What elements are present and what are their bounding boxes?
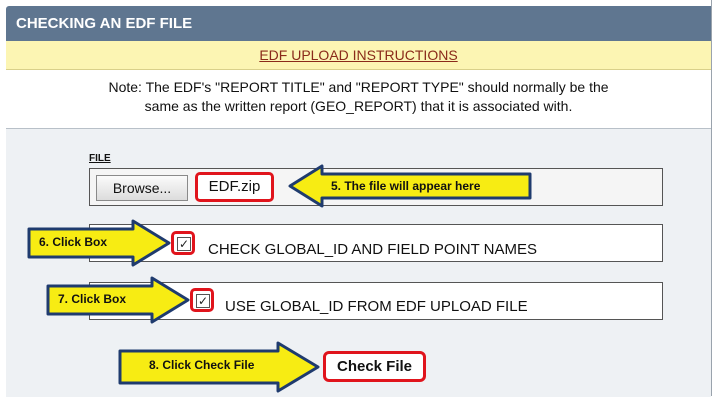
check-icon: ✓: [178, 237, 190, 251]
instructions-link[interactable]: EDF UPLOAD INSTRUCTIONS: [259, 47, 457, 63]
callout-click-box-1-text: 6. Click Box: [39, 235, 108, 249]
callout-file-appears: 5. The file will appear here: [288, 164, 538, 208]
check-icon: ✓: [197, 294, 209, 308]
panel-header: CHECKING AN EDF FILE: [6, 6, 711, 41]
use-global-id-label: USE GLOBAL_ID FROM EDF UPLOAD FILE: [225, 298, 528, 315]
callout-click-check-file-text: 8. Click Check File: [149, 358, 255, 372]
check-file-button[interactable]: Check File: [323, 351, 426, 382]
callout-click-box-1: 6. Click Box: [27, 219, 173, 267]
callout-click-box-2: 7. Click Box: [46, 276, 192, 324]
browse-button[interactable]: Browse...: [96, 175, 188, 201]
check-global-id-checkbox[interactable]: ✓: [177, 237, 191, 251]
callout-file-appears-text: 5. The file will appear here: [331, 179, 481, 193]
note-text: Note: The EDF's "REPORT TITLE" and "REPO…: [6, 70, 711, 128]
note-line-2: same as the written report (GEO_REPORT) …: [144, 98, 573, 114]
checkbox-highlight-1: ✓: [171, 231, 195, 255]
file-label: FILE: [89, 153, 111, 164]
note-line-1: Note: The EDF's "REPORT TITLE" and "REPO…: [108, 79, 609, 95]
instructions-bar: EDF UPLOAD INSTRUCTIONS: [6, 41, 711, 70]
check-global-id-label: CHECK GLOBAL_ID AND FIELD POINT NAMES: [208, 241, 537, 258]
selected-filename: EDF.zip: [195, 172, 274, 202]
callout-click-box-2-text: 7. Click Box: [58, 292, 127, 306]
panel-title: CHECKING AN EDF FILE: [16, 15, 193, 32]
callout-click-check-file: 8. Click Check File: [118, 341, 322, 393]
use-global-id-checkbox[interactable]: ✓: [196, 294, 210, 308]
checkbox-highlight-2: ✓: [190, 288, 214, 312]
